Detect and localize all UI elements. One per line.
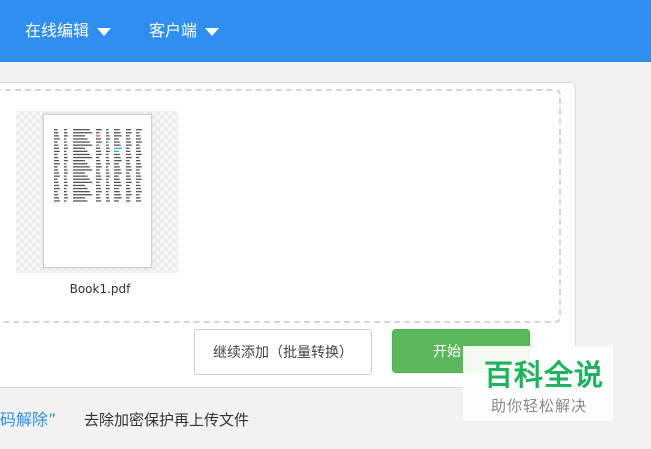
file-drop-zone[interactable]: Book1.pdf: [0, 89, 561, 323]
continue-add-button[interactable]: 继续添加（批量转换）: [194, 329, 372, 375]
decrypt-link[interactable]: 码解除”: [0, 410, 56, 430]
nav-online-edit-label: 在线编辑: [25, 21, 90, 40]
chevron-down-icon: [97, 28, 112, 36]
nav-online-edit[interactable]: 在线编辑: [25, 19, 112, 43]
nav-client-label: 客户端: [149, 21, 198, 40]
nav-client[interactable]: 客户端: [149, 19, 220, 43]
pdf-page-preview: [43, 114, 152, 268]
watermark-subtitle: 助你轻松解决: [491, 397, 588, 415]
top-nav-bar: 在线编辑 客户端: [0, 0, 651, 62]
chevron-down-icon: [205, 28, 220, 36]
watermark: 百科全说 助你轻松解决: [463, 346, 613, 421]
file-name: Book1.pdf: [69, 282, 131, 296]
pdf-table-preview: [54, 129, 142, 202]
decrypt-hint: 去除加密保护再上传文件: [84, 411, 250, 429]
file-thumbnail[interactable]: [16, 111, 178, 273]
upload-panel: Book1.pdf 继续添加（批量转换） 开始: [0, 82, 576, 388]
watermark-title: 百科全说: [484, 358, 605, 392]
